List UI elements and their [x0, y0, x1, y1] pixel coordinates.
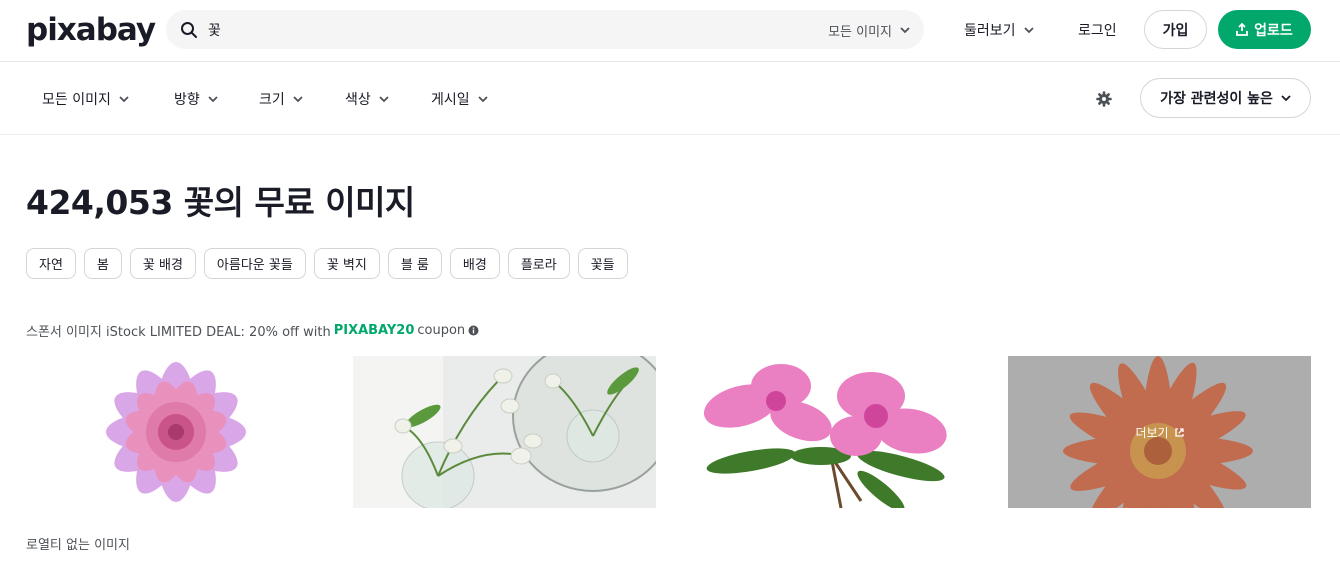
top-bar: pixabay 모든 이미지 둘러보기 로그인 가입 업로드 [0, 0, 1340, 62]
chevron-down-icon [1281, 94, 1291, 101]
filter-orientation[interactable]: 방향 [174, 89, 218, 109]
tag-chip[interactable]: 봄 [83, 248, 122, 279]
filter-color[interactable]: 색상 [345, 89, 389, 109]
filter-size[interactable]: 크기 [259, 89, 303, 109]
more-label: 더보기 [1135, 425, 1169, 440]
explore-menu[interactable]: 둘러보기 [964, 20, 1034, 40]
explore-label: 둘러보기 [964, 23, 1016, 39]
tag-chip[interactable]: 배경 [449, 248, 500, 279]
tag-chip[interactable]: 블 룸 [387, 248, 442, 279]
tulips-image [353, 356, 656, 508]
search-scope-label: 모든 이미지 [828, 25, 892, 40]
upload-label: 업로드 [1254, 22, 1293, 39]
sponsored-photo-azalea[interactable] [681, 356, 984, 508]
filter-bar: 모든 이미지 방향 크기 색상 게시일 가장 관련성이 높은 [0, 62, 1340, 135]
page-title: 424,053 꽃의 무료 이미지 [26, 183, 415, 222]
gear-icon[interactable] [1096, 91, 1112, 107]
sort-label: 가장 관련성이 높은 [1160, 91, 1273, 107]
search-icon[interactable] [180, 21, 198, 39]
filter-label: 모든 이미지 [42, 92, 111, 108]
tag-chip[interactable]: 꽃들 [577, 248, 628, 279]
info-icon[interactable] [468, 325, 479, 336]
filter-label: 게시일 [431, 92, 470, 108]
chevron-down-icon [379, 95, 389, 102]
sponsor-line: 스폰서 이미지 iStock LIMITED DEAL: 20% off wit… [26, 321, 479, 340]
filter-label: 색상 [345, 92, 371, 108]
dahlia-image [26, 356, 329, 508]
tag-chip[interactable]: 플로라 [507, 248, 570, 279]
tag-chip[interactable]: 꽃 벽지 [313, 248, 380, 279]
join-button[interactable]: 가입 [1144, 10, 1207, 49]
search-input[interactable] [208, 18, 768, 42]
sort-dropdown[interactable]: 가장 관련성이 높은 [1140, 78, 1311, 118]
royalty-free-heading: 로열티 없는 이미지 [26, 538, 130, 553]
tag-chip[interactable]: 자연 [26, 248, 76, 279]
sponsor-suffix: coupon [417, 323, 466, 338]
search-scope-dropdown[interactable]: 모든 이미지 [828, 21, 910, 40]
sponsored-photo-dahlia[interactable] [26, 356, 329, 508]
external-link-icon [1174, 427, 1184, 437]
chevron-down-icon [208, 95, 218, 102]
upload-button[interactable]: 업로드 [1218, 10, 1311, 49]
sponsor-prefix: 스폰서 이미지 iStock LIMITED DEAL: 20% off wit… [26, 325, 331, 340]
more-overlay[interactable]: 더보기 [1008, 356, 1311, 508]
chevron-down-icon [478, 95, 488, 102]
filter-label: 크기 [259, 92, 285, 108]
chevron-down-icon [293, 95, 303, 102]
coupon-code[interactable]: PIXABAY20 [334, 323, 415, 338]
search-bar[interactable]: 모든 이미지 [166, 10, 924, 49]
tag-chip[interactable]: 아름다운 꽃들 [203, 248, 306, 279]
chevron-down-icon [900, 27, 910, 34]
chevron-down-icon [119, 95, 129, 102]
filter-image-type[interactable]: 모든 이미지 [42, 89, 129, 109]
sponsored-photo-orange-dahlia[interactable]: 더보기 [1008, 356, 1311, 508]
chevron-down-icon [1023, 26, 1034, 33]
pixabay-logo[interactable]: pixabay [26, 12, 156, 48]
login-link[interactable]: 로그인 [1078, 20, 1117, 40]
upload-icon [1236, 23, 1249, 36]
filter-label: 방향 [174, 92, 200, 108]
azalea-image [681, 356, 984, 508]
filter-date[interactable]: 게시일 [431, 89, 488, 109]
tag-chip[interactable]: 꽃 배경 [129, 248, 196, 279]
related-tags: 자연 봄 꽃 배경 아름다운 꽃들 꽃 벽지 블 룸 배경 플로라 꽃들 [26, 248, 628, 279]
sponsored-photo-tulips[interactable] [353, 356, 656, 508]
